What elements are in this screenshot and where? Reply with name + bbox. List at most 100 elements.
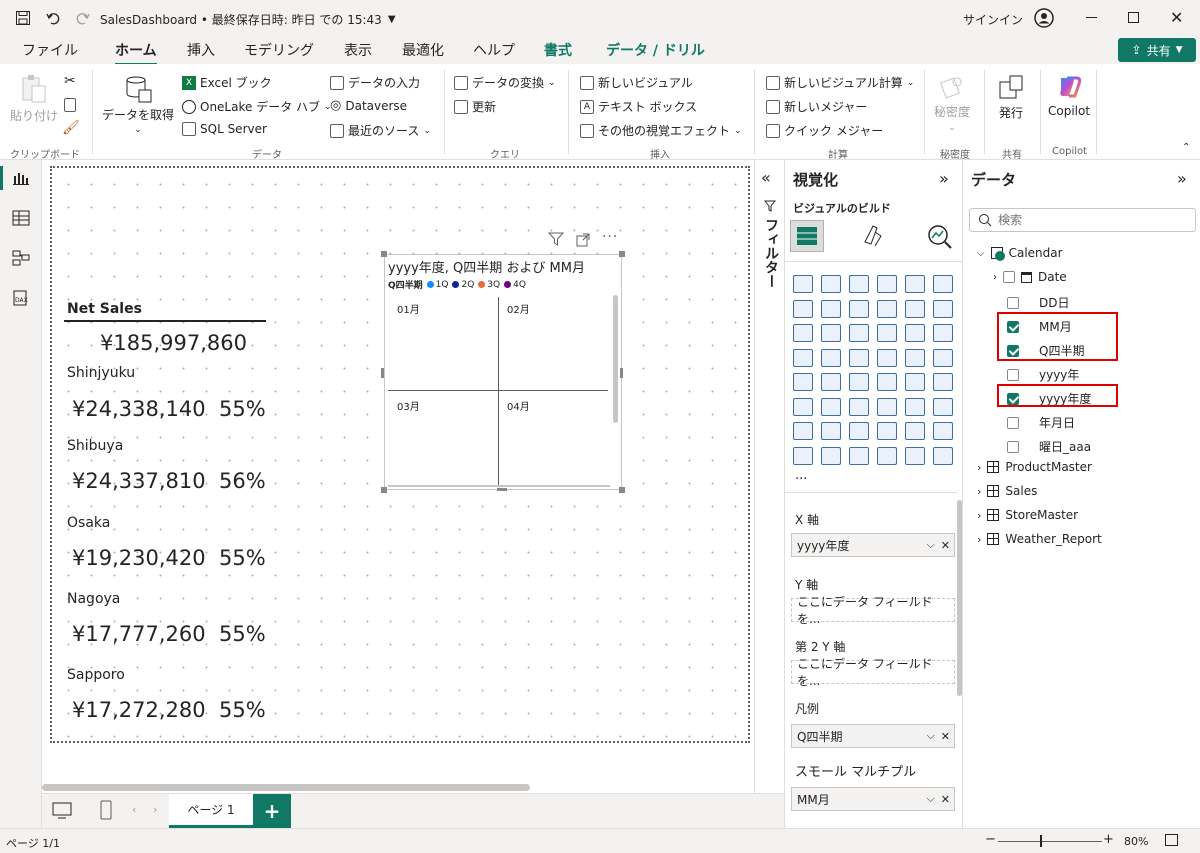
resize-handle[interactable] [381,251,387,257]
format-painter-icon[interactable]: 🖌 [62,120,80,136]
copy-icon[interactable] [64,98,76,112]
resize-handle[interactable] [619,487,625,493]
table-row[interactable]: › StoreMaster [977,508,1078,522]
close-icon[interactable]: ✕ [1170,8,1183,27]
prev-page-icon[interactable]: ‹ [132,803,136,816]
tab-view[interactable]: 表示 [344,40,372,60]
fit-to-page-icon[interactable] [1165,834,1178,846]
visual-type-icon[interactable] [849,324,869,342]
analytics-icon[interactable] [927,224,953,253]
visual-type-icon[interactable] [905,446,925,465]
visual-type-icon[interactable] [877,324,897,342]
filter-icon[interactable] [547,232,565,249]
tab-insert[interactable]: 挿入 [187,40,215,60]
table-row[interactable]: › Weather_Report [977,532,1102,546]
minimize-icon[interactable] [1086,17,1097,18]
visual-type-icon[interactable] [821,422,841,440]
visual-type-icon[interactable] [905,348,925,367]
visual-type-icon[interactable] [905,275,925,293]
field-checkbox[interactable] [1007,416,1019,429]
new-measure-button[interactable]: 新しいメジャー [766,98,867,115]
tab-home[interactable]: ホーム [115,40,157,66]
visual-type-icon[interactable] [849,275,869,293]
visual-type-icon[interactable] [849,299,869,318]
more-visuals-button[interactable]: その他の視覚エフェクト ⌄ [580,122,742,139]
field-row[interactable]: DD日 [1007,294,1069,311]
window-title[interactable]: SalesDashboard • 最終保存日時: 昨日 での 15:43 ▼ [100,11,396,28]
user-avatar-icon[interactable] [1034,8,1054,28]
resize-handle[interactable] [620,368,623,378]
quick-measure-button[interactable]: クイック メジャー [766,122,883,139]
visual-type-icon[interactable] [905,422,925,440]
visual-type-icon[interactable] [905,397,925,416]
field-checkbox[interactable] [1003,271,1015,283]
table-calendar[interactable]: ⌵ Calendar [977,246,1063,261]
tab-data-drill[interactable]: データ / ドリル [606,40,705,60]
visual-type-icon[interactable] [793,397,813,416]
tab-optimize[interactable]: 最適化 [402,40,444,60]
table-row[interactable]: › ProductMaster [977,460,1092,474]
legend-well[interactable]: Q四半期 ⌵ ✕ [791,724,955,748]
visual-type-icon[interactable] [933,324,953,342]
visual-hscrollbar[interactable] [388,485,610,487]
excel-workbook-button[interactable]: X Excel ブック [182,74,272,91]
zoom-slider[interactable] [998,841,1102,842]
visual-type-icon[interactable] [849,348,869,367]
visual-type-icon[interactable] [793,422,813,440]
visual-type-icon[interactable] [933,422,953,440]
visual-type-icon[interactable] [849,397,869,416]
field-checkbox[interactable] [1007,368,1019,381]
add-page-button[interactable]: + [253,794,291,828]
visual-type-icon[interactable] [933,397,953,416]
visual-type-icon[interactable] [905,299,925,318]
visual-type-icon[interactable] [821,397,841,416]
sensitivity-button[interactable]: 秘密度 ⌄ [934,74,970,133]
signin-label[interactable]: サインイン [963,11,1023,28]
field-row[interactable]: yyyy年 [1007,366,1079,383]
data-search-input[interactable] [998,213,1178,227]
field-checkbox[interactable] [1007,440,1019,453]
visual-type-icon[interactable] [933,446,953,465]
sql-server-button[interactable]: SQL Server [182,122,267,136]
table-row[interactable]: › Sales [977,484,1037,498]
get-data-button[interactable]: データを取得 ⌄ [102,74,174,135]
page-tab-1[interactable]: ページ 1 [169,794,253,828]
desktop-layout-icon[interactable] [52,802,72,823]
expand-left-icon[interactable]: « [761,168,771,187]
legend-item[interactable]: 4Q [504,280,526,290]
collapse-right-icon[interactable]: » [939,169,949,188]
refresh-button[interactable]: 更新 [454,98,496,115]
report-view-icon[interactable] [12,170,30,186]
tab-file[interactable]: ファイル [22,40,78,60]
visual-type-icon[interactable] [933,275,953,293]
y-axis-well[interactable]: ここにデータ フィールドを... [791,595,955,626]
small-multiples-visual[interactable]: yyyy年度, Q四半期 および MM月 Q四半期 1Q 2Q 3Q 4Q 01… [384,254,622,490]
publish-button[interactable]: 発行 [998,74,1024,121]
visual-type-icon[interactable] [849,446,869,465]
visual-type-icon[interactable] [821,275,841,293]
visual-type-icon[interactable] [877,373,897,391]
visual-type-icon[interactable] [793,373,813,391]
new-visual-calc-button[interactable]: 新しいビジュアル計算 ⌄ [766,74,914,91]
enter-data-button[interactable]: データの入力 [330,74,420,91]
tab-format[interactable]: 書式 [544,40,572,60]
chevron-down-icon[interactable]: ⌵ [926,729,934,743]
visual-type-icon[interactable] [877,397,897,416]
undo-icon[interactable] [44,9,62,27]
paste-button[interactable]: 貼り付け [10,74,58,124]
visual-type-icon[interactable] [821,373,841,391]
remove-field-icon[interactable]: ✕ [941,539,950,552]
chevron-down-icon[interactable]: ⌵ [926,538,934,552]
zoom-out-icon[interactable]: − [985,832,996,847]
field-checkbox[interactable] [1007,296,1019,309]
next-page-icon[interactable]: › [153,803,157,816]
visual-type-icon[interactable] [821,324,841,342]
legend-item[interactable]: 1Q [426,280,448,290]
visual-scrollbar[interactable] [613,295,618,423]
visual-type-icon[interactable] [933,373,953,391]
chevron-down-icon[interactable]: ⌵ [926,792,934,806]
redo-icon[interactable] [74,9,92,27]
remove-field-icon[interactable]: ✕ [941,730,950,743]
remove-field-icon[interactable]: ✕ [941,793,950,806]
zoom-slider-thumb[interactable] [1039,835,1042,847]
